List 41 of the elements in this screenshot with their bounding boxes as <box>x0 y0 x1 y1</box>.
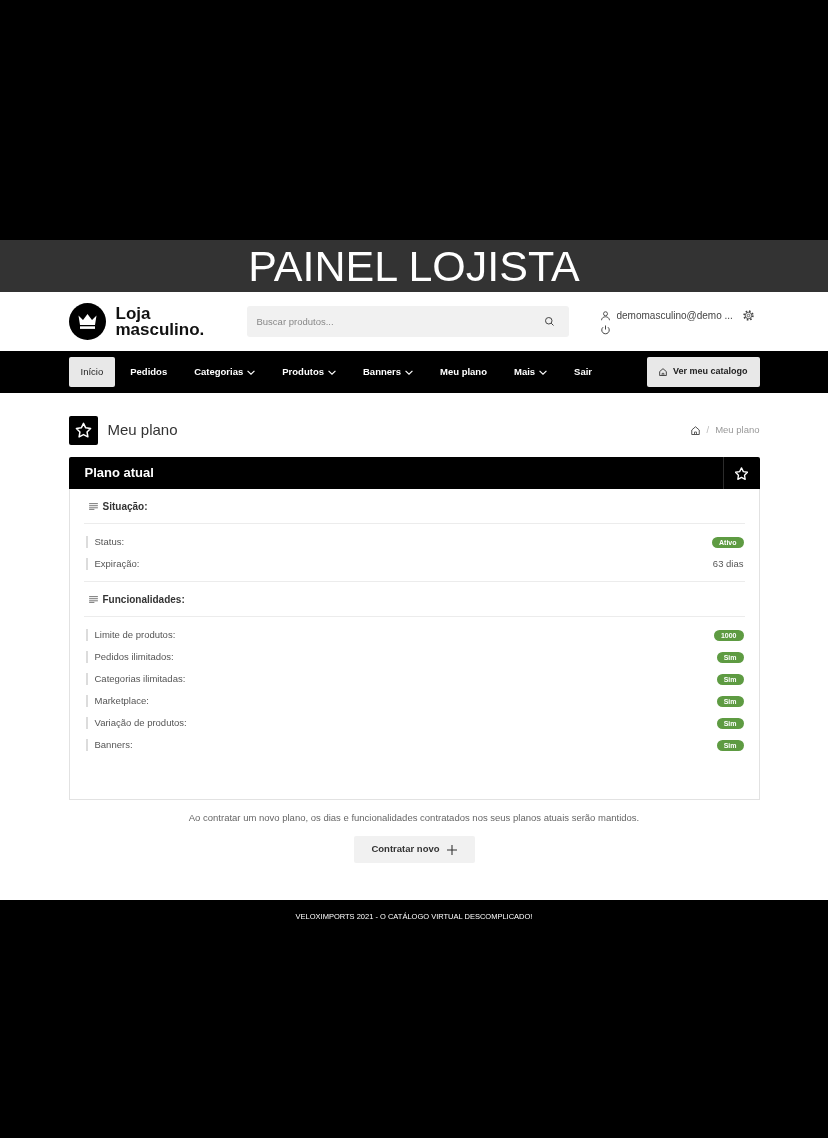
breadcrumb-separator: / <box>706 423 710 438</box>
row-label: Pedidos ilimitados: <box>85 651 174 663</box>
nav-link[interactable]: Sair <box>562 357 605 387</box>
search-icon[interactable] <box>544 317 554 326</box>
power-icon[interactable] <box>600 325 610 335</box>
row-label: Banners: <box>85 739 133 751</box>
breadcrumb-current: Meu plano <box>715 423 760 438</box>
list-lines-icon <box>88 502 98 510</box>
nav-link[interactable]: Início <box>68 357 116 387</box>
section-heading: Situação: <box>102 499 148 514</box>
contract-button[interactable]: Contratar novo <box>353 836 475 863</box>
info-note: Ao contratar um novo plano, os dias e funcionalidades contratados nos seus planos atuais serão mantidos. <box>187 811 641 825</box>
nav-link[interactable]: Produtos <box>270 357 348 387</box>
card-title: Plano atual <box>84 464 154 483</box>
caption-title: PAINEL LOJISTA <box>248 244 580 288</box>
nav-link[interactable]: Pedidos <box>118 357 180 387</box>
home-icon <box>658 368 667 376</box>
page-title: Meu plano <box>107 420 178 441</box>
nav-link[interactable]: Banners <box>351 357 425 387</box>
crown-logo-icon[interactable] <box>68 303 106 340</box>
row-label: Variação de produtos: <box>85 717 187 729</box>
list-lines-icon <box>88 595 98 603</box>
row-label: Limite de produtos: <box>85 629 176 641</box>
home-icon[interactable] <box>691 426 701 435</box>
user-email[interactable]: demomasculino@demo ... <box>616 308 733 323</box>
logo-text[interactable]: Loja masculino. <box>115 305 205 338</box>
catalog-button[interactable]: Ver meu catalogo <box>646 357 760 387</box>
nav-link[interactable]: Mais <box>502 357 560 387</box>
nav-link[interactable]: Categorias <box>182 357 268 387</box>
user-icon[interactable] <box>600 310 610 321</box>
settings-icon[interactable] <box>742 310 754 321</box>
row-label: Expiração: <box>85 558 140 570</box>
section-heading: Funcionalidades: <box>102 592 185 607</box>
nav-link[interactable]: Meu plano <box>428 357 499 387</box>
row-label: Categorias ilimitadas: <box>85 673 186 685</box>
row-label: Marketplace: <box>85 695 149 707</box>
plus-icon <box>446 844 457 855</box>
star-icon <box>735 466 748 480</box>
row-label: Status: <box>85 536 125 548</box>
search-field[interactable]: Buscar produtos... <box>246 306 569 337</box>
value-text: 63 dias <box>712 556 744 571</box>
